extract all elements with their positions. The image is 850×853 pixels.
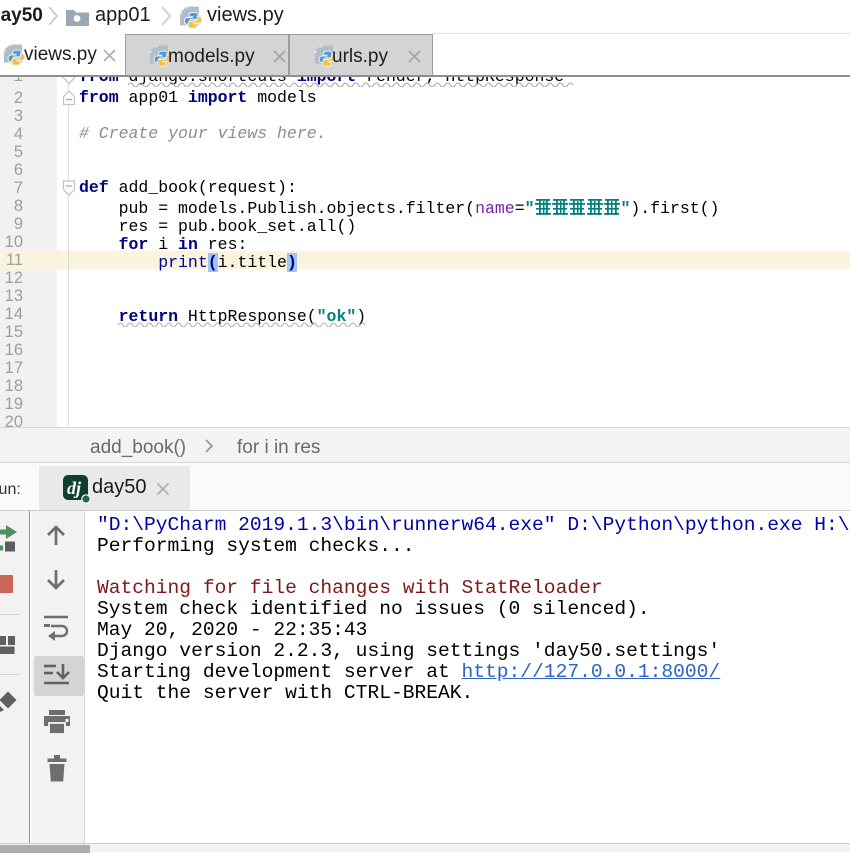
svg-text:dj: dj bbox=[67, 478, 82, 498]
